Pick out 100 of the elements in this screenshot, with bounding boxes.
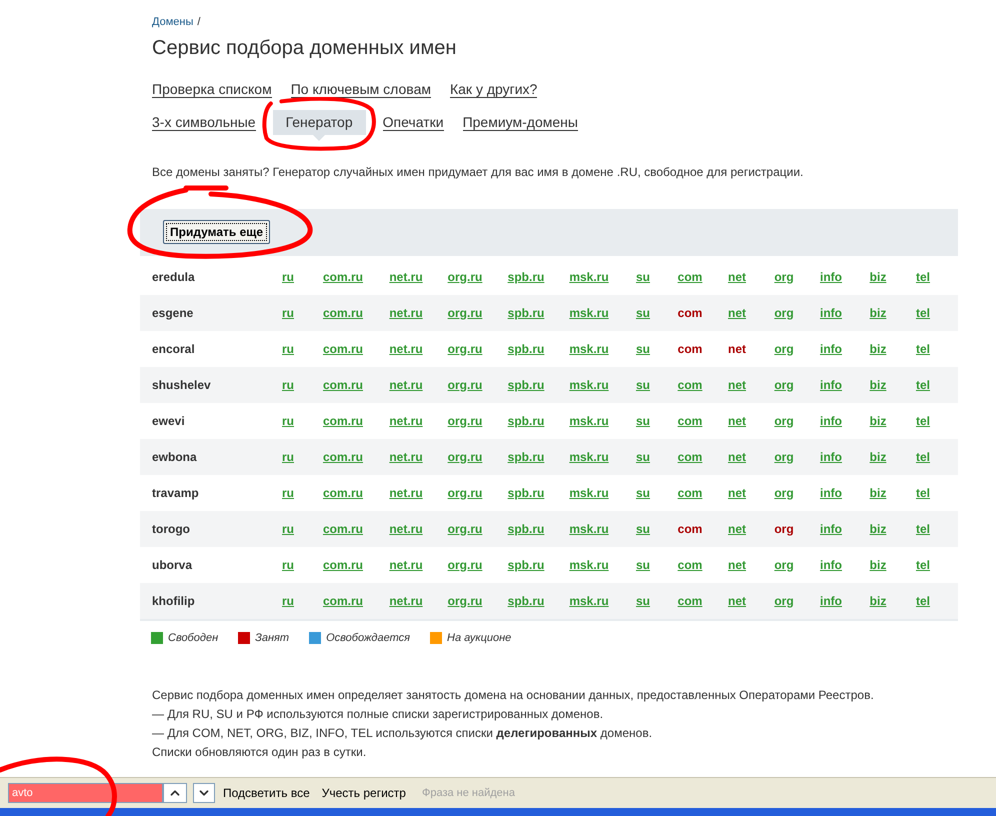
domain-link[interactable]: com — [678, 558, 702, 572]
domain-link[interactable]: tel — [916, 378, 930, 392]
domain-link[interactable]: com — [678, 378, 702, 392]
domain-link[interactable]: org — [774, 342, 794, 356]
domain-link[interactable]: com — [678, 486, 702, 500]
domain-link[interactable]: info — [820, 270, 842, 284]
domain-link[interactable]: org — [774, 414, 794, 428]
domain-link[interactable]: org.ru — [448, 558, 482, 572]
domain-link[interactable]: spb.ru — [508, 486, 544, 500]
domain-link[interactable]: info — [820, 594, 842, 608]
domain-link[interactable]: com.ru — [322, 594, 363, 608]
domain-link[interactable]: biz — [870, 306, 886, 320]
domain-link[interactable]: tel — [916, 450, 930, 464]
nav-tab[interactable]: Опечатки — [382, 114, 444, 130]
domain-link[interactable]: msk.ru — [569, 414, 609, 428]
nav-tab[interactable]: Премиум-домены — [462, 114, 578, 130]
domain-link[interactable]: su — [636, 486, 650, 500]
domain-link[interactable]: org — [774, 450, 794, 464]
domain-link[interactable]: org.ru — [448, 522, 482, 536]
domain-link[interactable]: msk.ru — [569, 378, 609, 392]
domain-link[interactable]: spb.ru — [508, 522, 544, 536]
nav-tab[interactable]: Как у других? — [450, 80, 538, 98]
domain-link[interactable]: tel — [916, 594, 930, 608]
domain-link[interactable]: msk.ru — [569, 558, 609, 572]
next-button[interactable] — [193, 783, 215, 803]
domain-link[interactable]: su — [636, 594, 650, 608]
domain-link[interactable]: spb.ru — [508, 414, 544, 428]
domain-link[interactable]: spb.ru — [508, 342, 544, 356]
domain-link[interactable]: su — [636, 414, 650, 428]
domain-link[interactable]: net — [728, 342, 746, 356]
domain-link[interactable]: org — [774, 594, 794, 608]
domain-link[interactable]: org.ru — [448, 414, 482, 428]
domain-link[interactable]: org — [774, 306, 794, 320]
domain-link[interactable]: su — [636, 342, 650, 356]
domain-link[interactable]: biz — [870, 522, 886, 536]
domain-link[interactable]: biz — [870, 342, 886, 356]
domain-link[interactable]: net — [728, 378, 746, 392]
domain-link[interactable]: org.ru — [448, 378, 482, 392]
domain-link[interactable]: com — [678, 270, 702, 284]
domain-link[interactable]: biz — [870, 378, 886, 392]
domain-link[interactable]: msk.ru — [569, 594, 609, 608]
domain-link[interactable]: net — [728, 450, 746, 464]
domain-link[interactable]: ru — [282, 522, 294, 536]
domain-link[interactable]: org.ru — [448, 342, 482, 356]
domain-link[interactable]: org — [774, 378, 794, 392]
domain-link[interactable]: net — [728, 558, 746, 572]
domain-link[interactable]: su — [636, 378, 650, 392]
domain-link[interactable]: net.ru — [389, 306, 423, 320]
domain-link[interactable]: info — [820, 450, 842, 464]
domain-link[interactable]: info — [820, 522, 842, 536]
nav-tab[interactable]: По ключевым словам — [290, 80, 431, 98]
domain-link[interactable]: biz — [870, 270, 886, 284]
domain-link[interactable]: net.ru — [389, 450, 423, 464]
domain-link[interactable]: info — [820, 342, 842, 356]
domain-link[interactable]: net — [728, 414, 746, 428]
domain-link[interactable]: com.ru — [322, 450, 363, 464]
domain-link[interactable]: com.ru — [322, 522, 363, 536]
domain-link[interactable]: spb.ru — [508, 450, 544, 464]
domain-link[interactable]: net.ru — [389, 558, 423, 572]
domain-link[interactable]: com.ru — [322, 270, 363, 284]
domain-link[interactable]: info — [820, 558, 842, 572]
domain-link[interactable]: ru — [282, 594, 294, 608]
domain-link[interactable]: com — [678, 450, 702, 464]
domain-link[interactable]: biz — [870, 594, 886, 608]
nav-tab[interactable]: Генератор — [272, 110, 366, 134]
domain-link[interactable]: org.ru — [448, 594, 482, 608]
domain-link[interactable]: org.ru — [448, 486, 482, 500]
domain-link[interactable]: org.ru — [448, 270, 482, 284]
domain-link[interactable]: info — [820, 306, 842, 320]
domain-link[interactable]: msk.ru — [569, 270, 609, 284]
domain-link[interactable]: msk.ru — [569, 306, 609, 320]
domain-link[interactable]: ru — [282, 306, 294, 320]
domain-link[interactable]: info — [820, 378, 842, 392]
domain-link[interactable]: msk.ru — [569, 522, 609, 536]
breadcrumb-link[interactable]: Домены — [152, 14, 194, 30]
domain-link[interactable]: info — [820, 486, 842, 500]
domain-link[interactable]: net.ru — [389, 522, 423, 536]
generate-button[interactable]: Придумать еще — [163, 220, 270, 244]
nav-tab[interactable]: 3-х символьные — [152, 114, 256, 130]
domain-link[interactable]: org — [774, 486, 794, 500]
domain-link[interactable]: ru — [282, 270, 294, 284]
domain-link[interactable]: org — [774, 558, 794, 572]
domain-link[interactable]: su — [636, 522, 650, 536]
domain-link[interactable]: com.ru — [322, 414, 363, 428]
domain-link[interactable]: spb.ru — [508, 378, 544, 392]
domain-link[interactable]: biz — [870, 558, 886, 572]
domain-link[interactable]: msk.ru — [569, 486, 609, 500]
previous-button[interactable] — [163, 783, 187, 803]
domain-link[interactable]: com.ru — [322, 486, 363, 500]
domain-link[interactable]: spb.ru — [508, 306, 544, 320]
domain-link[interactable]: su — [636, 450, 650, 464]
domain-link[interactable]: spb.ru — [508, 270, 544, 284]
domain-link[interactable]: tel — [916, 270, 930, 284]
nav-tab[interactable]: Проверка списком — [152, 80, 272, 98]
domain-link[interactable]: com — [678, 414, 702, 428]
domain-link[interactable]: net — [728, 522, 746, 536]
match-case-button[interactable]: Учесть регистр — [322, 784, 406, 802]
domain-link[interactable]: tel — [916, 306, 930, 320]
domain-link[interactable]: net — [728, 486, 746, 500]
domain-link[interactable]: su — [636, 306, 650, 320]
